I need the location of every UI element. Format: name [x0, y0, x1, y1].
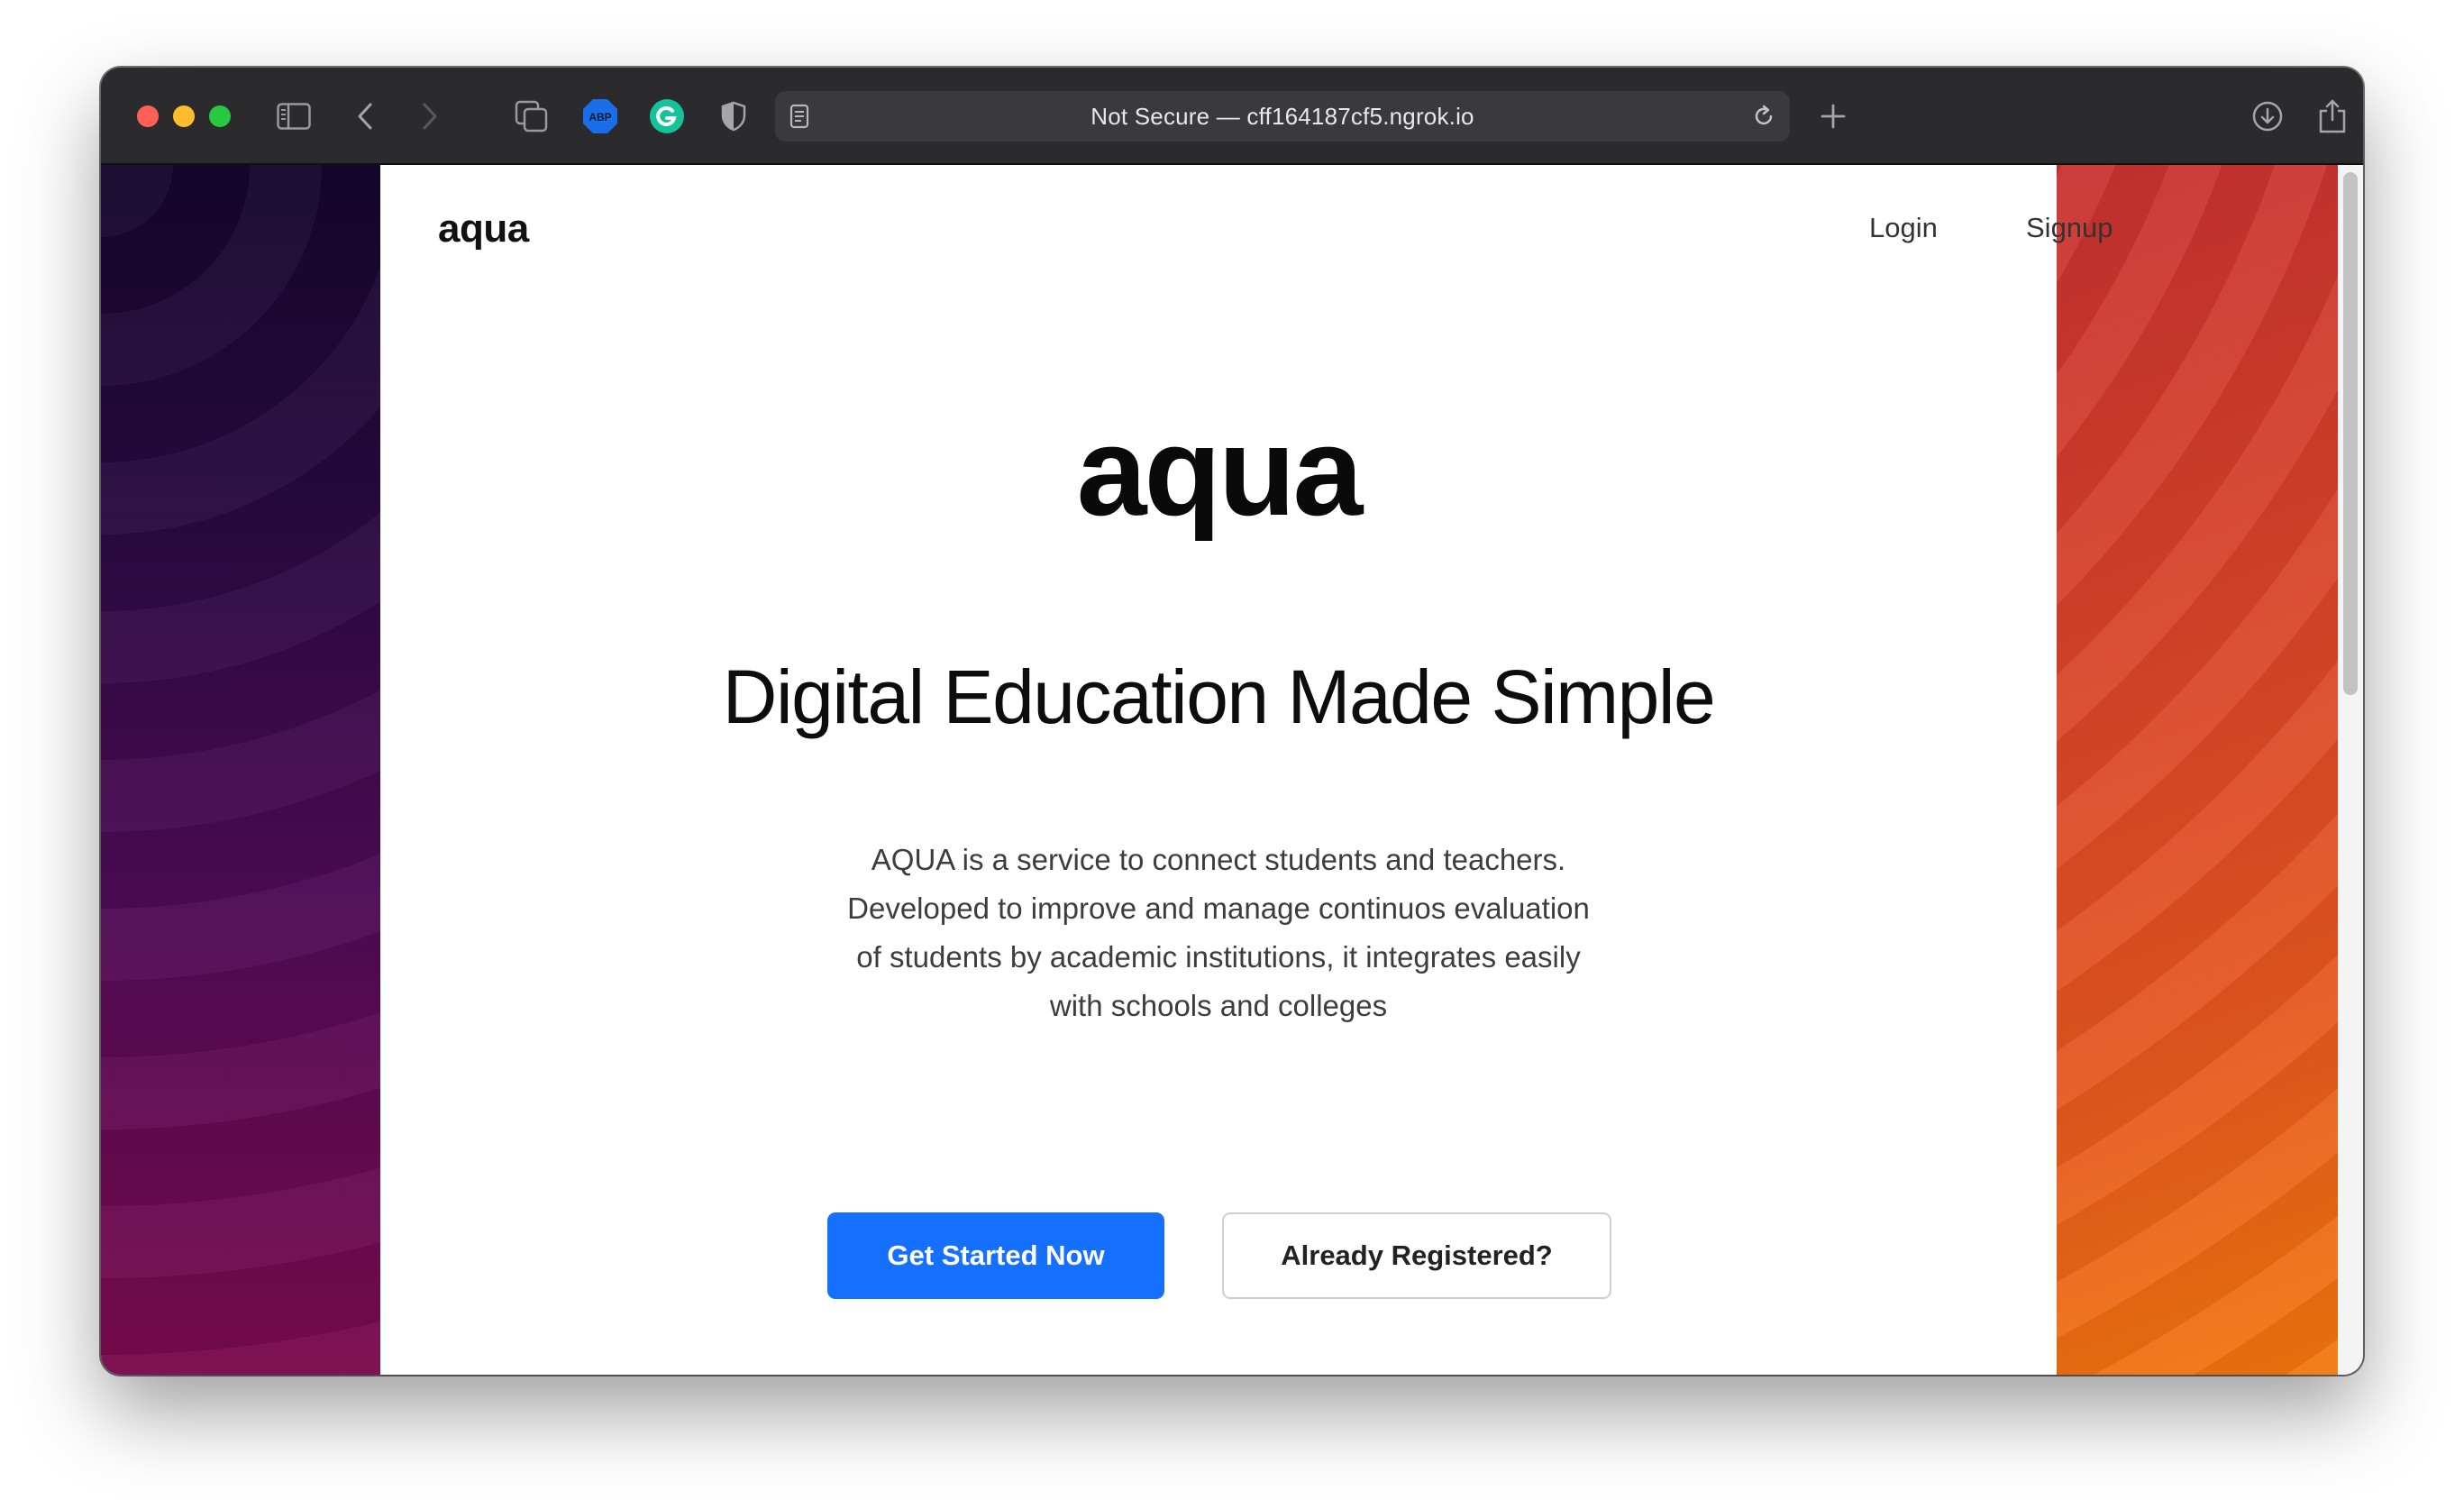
- brand-logo[interactable]: aqua: [438, 206, 529, 252]
- login-link[interactable]: Login: [1869, 212, 1938, 244]
- privacy-shield-icon[interactable]: [716, 98, 752, 134]
- share-icon[interactable]: [2314, 98, 2350, 134]
- adblock-badge-text: ABP: [589, 111, 611, 123]
- hero-description-line: AQUA is a service to connect students an…: [871, 843, 1566, 876]
- address-bar[interactable]: Not Secure — cff164187cf5.ngrok.io: [775, 91, 1790, 142]
- address-url-text: Not Secure — cff164187cf5.ngrok.io: [1091, 102, 1474, 130]
- sidebar-icon[interactable]: [276, 98, 312, 134]
- grammarly-extension-icon[interactable]: [649, 98, 685, 134]
- zoom-window-button[interactable]: [209, 105, 231, 127]
- already-registered-button[interactable]: Already Registered?: [1222, 1212, 1611, 1299]
- browser-window: ABP Not Secure — cff164187cf5.ngrok.io a…: [101, 68, 2363, 1375]
- close-window-button[interactable]: [137, 105, 159, 127]
- hero-subtitle: Digital Education Made Simple: [722, 654, 1716, 739]
- back-icon[interactable]: [348, 98, 384, 134]
- hero-description: AQUA is a service to connect students an…: [380, 836, 2057, 1030]
- downloads-icon[interactable]: [2250, 98, 2286, 134]
- minimize-window-button[interactable]: [173, 105, 195, 127]
- browser-toolbar: ABP Not Secure — cff164187cf5.ngrok.io: [101, 68, 2363, 165]
- hero-description-line: of students by academic institutions, it…: [856, 940, 1581, 974]
- tabs-overview-icon[interactable]: [514, 98, 550, 134]
- new-tab-icon[interactable]: [1815, 98, 1851, 134]
- signup-link[interactable]: Signup: [2026, 212, 2113, 244]
- right-gradient-panel: [2057, 165, 2363, 1375]
- left-gradient-panel: [101, 165, 380, 1375]
- hero-title: aqua: [1076, 400, 1364, 542]
- screenshot-stage: ABP Not Secure — cff164187cf5.ngrok.io a…: [0, 0, 2464, 1509]
- scrollbar-thumb[interactable]: [2343, 172, 2358, 695]
- hero-description-line: with schools and colleges: [1049, 989, 1388, 1022]
- get-started-button[interactable]: Get Started Now: [827, 1212, 1164, 1299]
- hero-description-line: Developed to improve and manage continuo…: [847, 892, 1590, 925]
- reload-icon[interactable]: [1750, 103, 1777, 134]
- adblock-extension-icon[interactable]: ABP: [582, 98, 618, 134]
- page-viewport: aqua Login Signup aqua Digital Education…: [101, 165, 2363, 1375]
- main-content: aqua Login Signup aqua Digital Education…: [380, 165, 2113, 1375]
- forward-icon[interactable]: [411, 98, 447, 134]
- scrollbar[interactable]: [2338, 165, 2363, 1375]
